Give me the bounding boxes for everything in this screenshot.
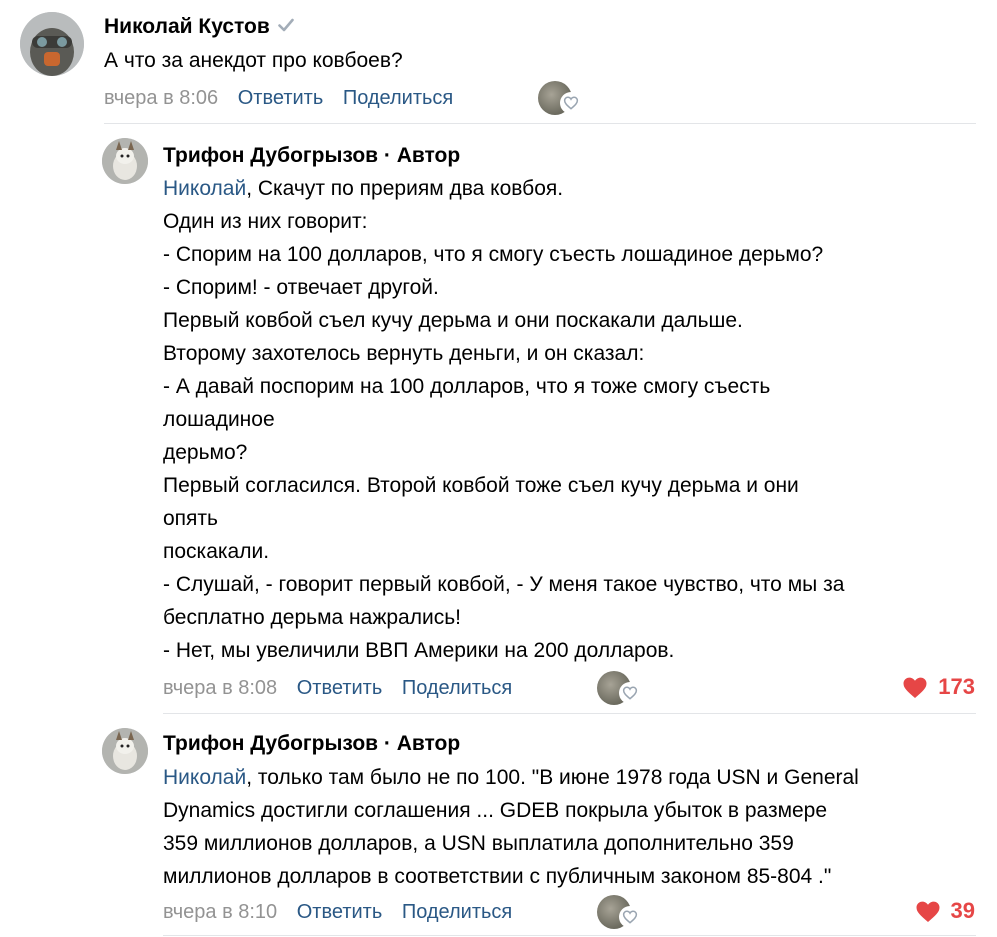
avatar-trifon[interactable]: [102, 138, 148, 184]
avatar-nikolay[interactable]: [20, 12, 84, 76]
reply-link[interactable]: Ответить: [238, 87, 324, 109]
text-line: дерьмо?: [163, 441, 248, 464]
heart-outline-icon: [560, 92, 582, 114]
heart-outline-icon: [619, 682, 641, 704]
text-line: бесплатно дерьма нажрались!: [163, 606, 461, 629]
heart-icon: [903, 677, 927, 698]
text-line: - Спорим! - отвечает другой.: [163, 276, 439, 299]
text-line: - Слушай, - говорит первый ковбой, - У м…: [163, 573, 845, 596]
timestamp[interactable]: вчера в 8:06: [104, 87, 218, 109]
text-line: лошадиное: [163, 408, 275, 431]
text-line: - А давай поспорим на 100 долларов, что …: [163, 375, 771, 398]
text-line: Dynamics достигли соглашения ... GDEB по…: [163, 799, 828, 822]
share-link[interactable]: Поделиться: [402, 901, 512, 923]
share-link[interactable]: Поделиться: [402, 677, 512, 699]
reply-trifon-1: Трифон Дубогрызов · Автор Николай, Скачу…: [0, 125, 997, 715]
text-line: - Нет, мы увеличили ВВП Америки на 200 д…: [163, 639, 675, 662]
text-line: опять: [163, 507, 218, 530]
comment-meta: вчера в 8:06 Ответить Поделиться: [104, 87, 453, 110]
like-button[interactable]: 173: [902, 674, 975, 700]
divider: [163, 935, 976, 936]
comment-meta: вчера в 8:08 Ответить Поделиться: [163, 677, 512, 700]
gasmask-avatar-image: [20, 12, 84, 76]
comment-text-body: А что за анекдот про ковбоев?: [104, 49, 403, 72]
author-name-text[interactable]: Николай Кустов: [104, 15, 270, 38]
text-line: поскакали.: [163, 540, 270, 563]
mention-link[interactable]: Николай: [163, 177, 246, 200]
text-line: Николай, только там было не по 100. "В и…: [163, 766, 859, 789]
text-line: Первый согласился. Второй ковбой тоже съ…: [163, 474, 799, 497]
like-count: 173: [938, 674, 975, 699]
timestamp[interactable]: вчера в 8:08: [163, 677, 277, 699]
timestamp[interactable]: вчера в 8:10: [163, 901, 277, 923]
author-name[interactable]: Николай Кустов: [104, 14, 294, 39]
heart-icon: [916, 901, 940, 922]
share-link[interactable]: Поделиться: [343, 87, 453, 109]
text-line: - Спорим на 100 долларов, что я смогу съ…: [163, 243, 824, 266]
avatar-trifon[interactable]: [102, 728, 148, 774]
mention-link[interactable]: Николай: [163, 766, 246, 789]
divider: [104, 123, 976, 124]
reply-trifon-2: Трифон Дубогрызов · Автор Николай, тольк…: [0, 715, 997, 937]
like-count: 39: [950, 898, 975, 923]
heart-outline-icon: [619, 906, 641, 928]
comment-meta: вчера в 8:10 Ответить Поделиться: [163, 901, 512, 924]
like-button[interactable]: 39: [915, 898, 975, 924]
comment-text: А что за анекдот про ковбоев?: [104, 44, 403, 77]
reply-text: Николай, Скачут по прериям два ковбоя. О…: [163, 172, 844, 667]
text-line: 359 миллионов долларов, а USN выплатила …: [163, 832, 794, 855]
text-line: Николай, Скачут по прериям два ковбоя.: [163, 177, 564, 200]
dog-avatar-image: [102, 138, 148, 184]
text-line: Первый ковбой съел кучу дерьма и они пос…: [163, 309, 743, 332]
dog-avatar-image: [102, 728, 148, 774]
reply-link[interactable]: Ответить: [297, 901, 383, 923]
text-line: Один из них говорит:: [163, 210, 368, 233]
text-line: Второму захотелось вернуть деньги, и он …: [163, 342, 645, 365]
text-line: миллионов долларов в соответствии с публ…: [163, 865, 832, 888]
author-name[interactable]: Трифон Дубогрызов · Автор: [163, 144, 460, 168]
author-name[interactable]: Трифон Дубогрызов · Автор: [163, 732, 460, 756]
comment-nikolay: Николай Кустов А что за анекдот про ковб…: [0, 0, 997, 125]
check-icon: [277, 14, 294, 38]
divider: [163, 713, 976, 714]
reply-text: Николай, только там было не по 100. "В и…: [163, 761, 859, 893]
reply-link[interactable]: Ответить: [297, 677, 383, 699]
